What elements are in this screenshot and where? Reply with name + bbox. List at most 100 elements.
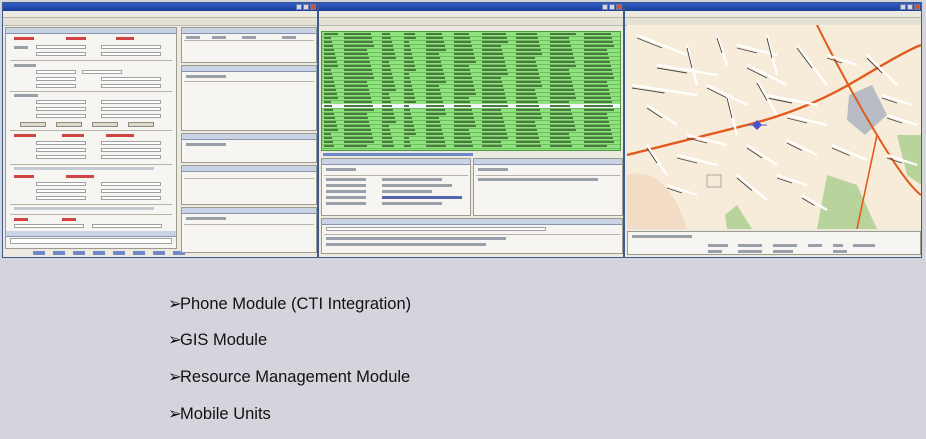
maximize-button[interactable] (907, 4, 913, 10)
grid-cell (482, 37, 507, 39)
text-field[interactable] (101, 155, 161, 159)
column-header (282, 36, 296, 39)
grid-row[interactable] (322, 144, 620, 149)
grid-cell (454, 37, 470, 39)
action-button[interactable] (33, 251, 45, 255)
text-field[interactable] (101, 100, 161, 104)
legend-item (808, 244, 822, 247)
text-field[interactable] (36, 45, 86, 49)
grid-cell (426, 49, 446, 51)
grid-cell (426, 133, 443, 135)
form-button[interactable] (20, 122, 46, 127)
minimize-button[interactable] (296, 4, 302, 10)
column-header (242, 36, 256, 39)
text-field[interactable] (36, 52, 86, 56)
grid-cell (482, 145, 502, 147)
grid-cell (550, 109, 571, 111)
close-button[interactable] (914, 4, 920, 10)
text-field[interactable] (36, 155, 86, 159)
text-field[interactable] (36, 141, 86, 145)
grid-cell (516, 141, 540, 143)
grid-cell (382, 73, 392, 75)
grid-cell (324, 77, 333, 79)
maximize-button[interactable] (609, 4, 615, 10)
text-field[interactable] (101, 189, 161, 193)
slider-row[interactable] (14, 167, 154, 170)
history-panel (181, 133, 317, 163)
action-button[interactable] (153, 251, 165, 255)
text-field[interactable] (101, 52, 161, 56)
log-row[interactable] (326, 243, 486, 246)
required-label (14, 37, 34, 40)
close-button[interactable] (616, 4, 622, 10)
form-button[interactable] (92, 122, 118, 127)
feature-item: ➢Phone Module (CTI Integration) (168, 294, 411, 314)
grid-cell (516, 61, 536, 63)
text-field[interactable] (101, 77, 161, 81)
grid-cell (344, 77, 374, 79)
selected-value[interactable] (382, 196, 462, 199)
text-field[interactable] (36, 189, 86, 193)
grid-cell (454, 141, 472, 143)
grid-cell (382, 121, 396, 123)
grid-cell (426, 105, 444, 107)
text-field[interactable] (101, 148, 161, 152)
text-field[interactable] (101, 141, 161, 145)
action-button[interactable] (53, 251, 65, 255)
grid-cell (404, 137, 409, 139)
text-field[interactable] (101, 84, 161, 88)
minimize-button[interactable] (602, 4, 608, 10)
text-field[interactable] (36, 100, 86, 104)
street-map[interactable] (627, 25, 921, 229)
menu-bar[interactable] (3, 11, 317, 18)
grid-cell (454, 113, 473, 115)
maximize-button[interactable] (303, 4, 309, 10)
toolbar-icons[interactable] (478, 168, 508, 171)
text-field[interactable] (101, 196, 161, 200)
text-field[interactable] (36, 70, 76, 74)
text-field[interactable] (36, 148, 86, 152)
slide: ➢Phone Module (CTI Integration) ➢GIS Mod… (0, 0, 926, 439)
detail-label (326, 202, 366, 205)
action-button[interactable] (113, 251, 125, 255)
incident-grid[interactable] (321, 31, 621, 151)
close-button[interactable] (310, 4, 316, 10)
log-row[interactable] (326, 237, 506, 240)
action-button[interactable] (133, 251, 145, 255)
minimize-button[interactable] (900, 4, 906, 10)
grid-cell (550, 41, 570, 43)
action-button[interactable] (73, 251, 85, 255)
text-field[interactable] (101, 107, 161, 111)
text-field[interactable] (14, 224, 84, 228)
form-button[interactable] (128, 122, 154, 127)
text-field[interactable] (82, 70, 122, 74)
text-field[interactable] (36, 107, 86, 111)
form-button[interactable] (56, 122, 82, 127)
unit-row[interactable] (478, 178, 598, 181)
grid-cell (426, 33, 442, 35)
toolbar-icons[interactable] (186, 217, 226, 220)
grid-cell (324, 145, 334, 147)
log-filter[interactable] (326, 227, 546, 231)
toolbar-icons[interactable] (326, 168, 356, 171)
text-field[interactable] (36, 196, 86, 200)
text-field[interactable] (36, 182, 86, 186)
menu-bar[interactable] (625, 11, 921, 18)
slider-row[interactable] (14, 207, 154, 210)
menu-bar[interactable] (319, 11, 623, 18)
action-button[interactable] (93, 251, 105, 255)
horizontal-scrollbar[interactable] (323, 153, 473, 156)
text-field[interactable] (36, 84, 76, 88)
text-field[interactable] (101, 114, 161, 118)
toolbar-icons[interactable] (186, 75, 226, 78)
grid-cell (426, 37, 443, 39)
text-field[interactable] (101, 45, 161, 49)
grid-cell (382, 49, 394, 51)
toolbar-icons[interactable] (186, 143, 226, 146)
notes-field[interactable] (10, 238, 172, 244)
text-field[interactable] (36, 77, 76, 81)
text-field[interactable] (92, 224, 162, 228)
text-field[interactable] (101, 182, 161, 186)
grid-cell (404, 41, 409, 43)
text-field[interactable] (36, 114, 86, 118)
